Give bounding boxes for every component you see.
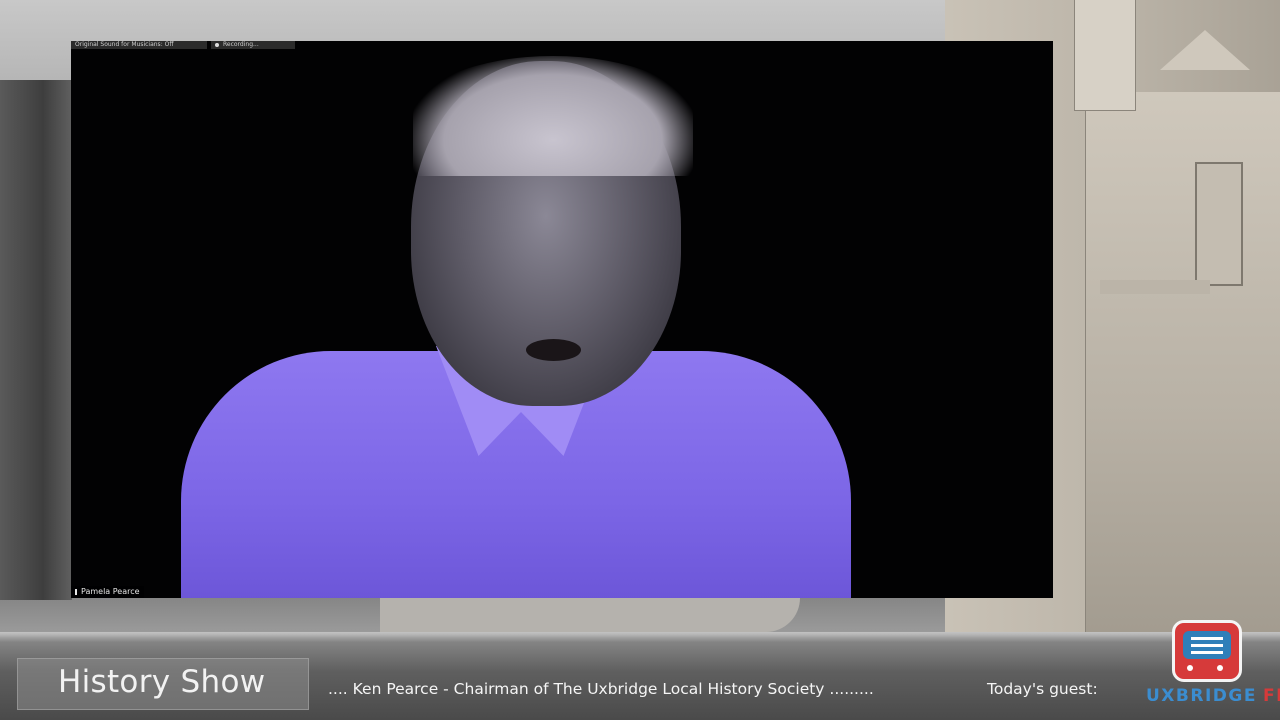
participant-name: Pamela Pearce (81, 587, 140, 596)
radio-grill (1183, 631, 1231, 659)
participant-name-tag: Pamela Pearce (71, 586, 144, 598)
street-sign-illustration (1100, 280, 1210, 294)
recording-dot-icon (215, 42, 219, 47)
video-call-window: Original Sound for Musicians: Off Record… (71, 41, 1053, 598)
todays-guest-label: Today's guest: (987, 680, 1098, 698)
clock-tower-illustration (1074, 0, 1136, 111)
station-logo-text: UXBRIDGEFM (1146, 686, 1280, 706)
radio-dials (1187, 665, 1193, 671)
speaker-video-feed (181, 56, 861, 598)
radio-icon (1172, 620, 1242, 682)
roof-illustration (1160, 30, 1250, 70)
mic-icon (75, 589, 77, 595)
speaker-hair (413, 56, 693, 176)
recording-label: Recording... (223, 41, 259, 48)
station-band: FM (1262, 686, 1280, 706)
building-illustration (1085, 92, 1280, 632)
speaker-mouth (526, 339, 581, 361)
window-illustration (1195, 162, 1243, 286)
station-logo: UXBRIDGEFM (1140, 618, 1280, 718)
original-sound-badge[interactable]: Original Sound for Musicians: Off (71, 41, 207, 49)
guest-ticker: .... Ken Pearce - Chairman of The Uxbrid… (328, 680, 874, 698)
station-name: UXBRIDGE (1146, 686, 1257, 706)
recording-badge[interactable]: Recording... (211, 41, 295, 49)
show-title: History Show (58, 664, 266, 700)
